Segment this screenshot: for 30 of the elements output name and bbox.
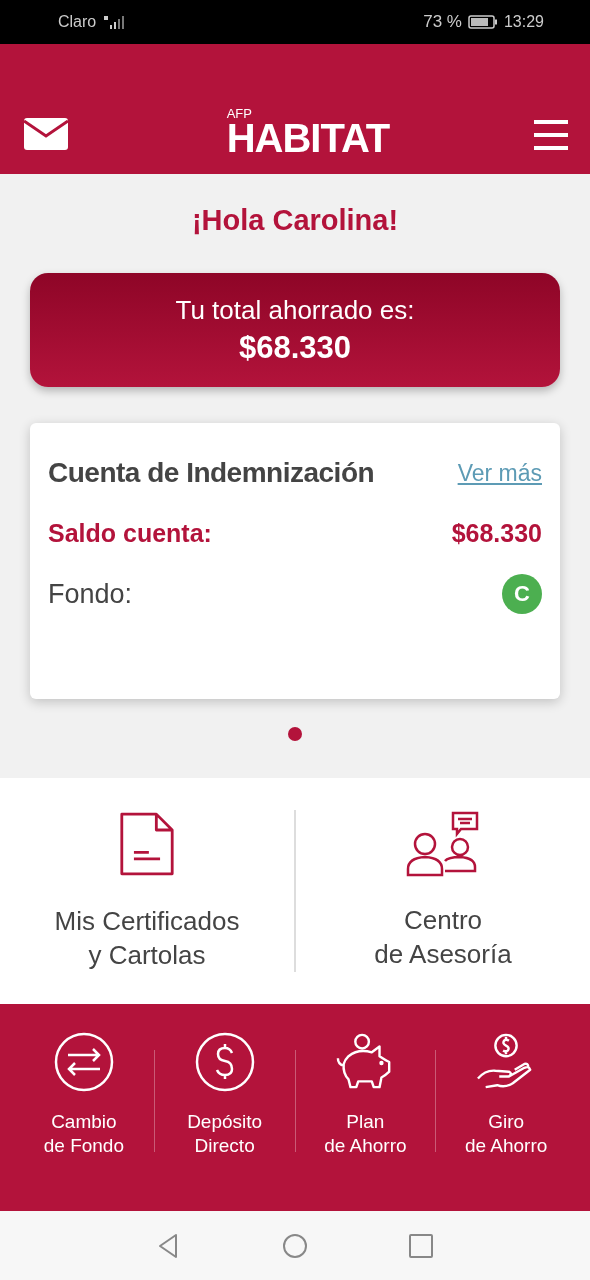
logo-wordmark: HABITAT bbox=[226, 120, 390, 156]
swap-arrows-icon[interactable] bbox=[53, 1032, 114, 1092]
logo-text: AFP bbox=[226, 108, 253, 120]
shortcut-label[interactable]: Giro de Ahorro bbox=[464, 1110, 548, 1158]
dollar-icon[interactable] bbox=[194, 1032, 255, 1092]
shortcut-label[interactable]: Depósito Directo bbox=[187, 1110, 263, 1158]
action-label[interactable]: Mis Certificados y Cartolas bbox=[54, 904, 240, 972]
signal-icon bbox=[102, 15, 127, 29]
greeting: ¡Hola Carolina! bbox=[191, 204, 399, 237]
document-icon[interactable] bbox=[119, 810, 175, 878]
clock: 13:29 bbox=[503, 13, 544, 31]
fund-label: Fondo: bbox=[48, 578, 133, 610]
account-title: Cuenta de Indemnización bbox=[48, 457, 375, 489]
recents-icon[interactable] bbox=[408, 1233, 434, 1259]
fund-badge: C bbox=[502, 574, 542, 614]
balance-amount: $68.330 bbox=[451, 519, 542, 548]
action-label[interactable]: Centro de Asesoría bbox=[374, 903, 512, 971]
home-icon[interactable] bbox=[282, 1233, 308, 1259]
battery-percent: 73 % bbox=[423, 12, 462, 32]
pager-dot[interactable] bbox=[288, 727, 302, 741]
menu-icon[interactable] bbox=[534, 118, 568, 152]
advisors-icon[interactable] bbox=[405, 811, 481, 877]
total-amount: $68.330 bbox=[238, 329, 352, 366]
battery-icon bbox=[467, 15, 498, 29]
shortcut-label[interactable]: Cambio de Fondo bbox=[43, 1110, 124, 1158]
mail-icon[interactable] bbox=[24, 118, 68, 150]
carrier-name: Claro bbox=[58, 13, 97, 31]
total-label: Tu total ahorrado es: bbox=[175, 294, 415, 326]
shortcut-label[interactable]: Plan de Ahorro bbox=[324, 1110, 407, 1158]
balance-label: Saldo cuenta: bbox=[48, 519, 212, 548]
